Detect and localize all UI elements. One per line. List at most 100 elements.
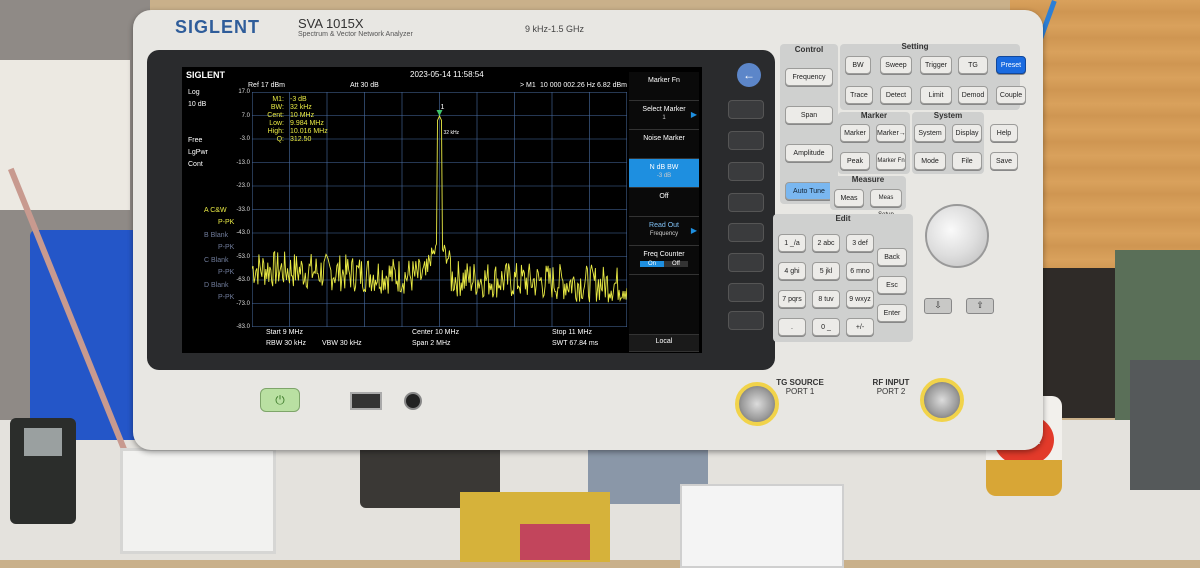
softkey-7[interactable] (728, 283, 764, 302)
y-tick-label: -3.0 (239, 136, 250, 142)
y-tick-label: 7.0 (241, 112, 250, 119)
y-tick-label: -83.0 (236, 324, 250, 330)
y-tick-label: -33.0 (236, 206, 250, 213)
down-arrow-key[interactable]: ⇩ (924, 298, 952, 314)
y-tick-label: -53.0 (236, 253, 250, 260)
up-arrow-key[interactable]: ⇧ (966, 298, 994, 314)
trace-button[interactable]: Trace (845, 86, 873, 104)
softkey-3[interactable] (728, 162, 764, 181)
display-button[interactable]: Display (952, 124, 982, 142)
save-button[interactable]: Save (990, 152, 1018, 170)
marker-button[interactable]: Marker (840, 124, 870, 142)
meas-button[interactable]: Meas (834, 189, 864, 207)
keypad-key[interactable]: 6 mno (846, 262, 874, 280)
span: Span 2 MHz (412, 340, 451, 347)
keypad-key[interactable]: +/- (846, 318, 874, 336)
ref-level: Ref 17 dBm (248, 82, 285, 89)
sweep-time: SWT 67.84 ms (552, 340, 599, 347)
tg-source-port[interactable] (735, 382, 779, 426)
keypad-key[interactable]: 8 tuv (812, 290, 840, 308)
fc-off[interactable]: Off (664, 261, 688, 267)
marker-fn-button[interactable]: Marker Fn (876, 152, 906, 170)
meas-setup-button[interactable]: Meas Setup (870, 189, 902, 218)
softkey-1[interactable] (728, 100, 764, 119)
keypad-key[interactable]: 0 _ (812, 318, 840, 336)
y-tick-label: -43.0 (236, 230, 250, 236)
softkey-5[interactable] (728, 223, 764, 242)
ndb-bw-key[interactable]: N dB BW -3 dB (629, 159, 699, 188)
usb-port[interactable] (350, 392, 382, 410)
fc-on[interactable]: On (640, 261, 664, 267)
system-button[interactable]: System (914, 124, 946, 142)
peak-button[interactable]: Peak (840, 152, 870, 170)
marker-to-button[interactable]: Marker→ (876, 124, 906, 142)
detect-button[interactable]: Detect (880, 86, 912, 104)
file-button[interactable]: File (952, 152, 982, 170)
back-arrow-button[interactable]: ← (737, 63, 761, 87)
y-tick-label: -23.0 (236, 183, 250, 189)
lgpwr: LgPwr (188, 149, 208, 156)
couple-button[interactable]: Couple (996, 86, 1026, 104)
noise-marker-key[interactable]: Noise Marker (629, 130, 699, 159)
back-button[interactable]: Back (877, 248, 907, 266)
enter-button[interactable]: Enter (877, 304, 907, 322)
softkey-4[interactable] (728, 193, 764, 212)
keypad-key[interactable]: 9 wxyz (846, 290, 874, 308)
y-tick-label: 17.0 (238, 89, 250, 95)
esc-button[interactable]: Esc (877, 276, 907, 294)
local-status: Local (629, 335, 699, 352)
ndb-bandwidth-label: 32 kHz (444, 130, 460, 136)
keypad-key[interactable]: 7 pqrs (778, 290, 806, 308)
trace-d-mode: D Blank (204, 282, 229, 289)
top-status-bar: Ref 17 dBm Att 30 dB > M1 10 000 002.26 … (242, 82, 627, 92)
model-name: SVA 1015X (298, 16, 364, 31)
attenuation: Att 30 dB (350, 82, 379, 89)
marker-table-row: M1: -3 dB (272, 96, 307, 103)
keypad-key[interactable]: 3 def (846, 234, 874, 252)
keypad-key[interactable]: 5 jkl (812, 262, 840, 280)
keypad-key[interactable]: 4 ghi (778, 262, 806, 280)
limit-button[interactable]: Limit (920, 86, 952, 104)
frequency-button[interactable]: Frequency (785, 68, 833, 86)
demod-button[interactable]: Demod (958, 86, 988, 104)
softkey-2[interactable] (728, 131, 764, 150)
power-button[interactable]: ⏻ (260, 388, 300, 412)
keypad-key[interactable]: 1 _/a (778, 234, 806, 252)
y-tick-label: -13.0 (236, 159, 250, 166)
center-freq: Center 10 MHz (412, 329, 460, 336)
softkey-6[interactable] (728, 253, 764, 272)
softkey-8[interactable] (728, 311, 764, 330)
bw-button[interactable]: BW (845, 56, 871, 74)
red-pcb (520, 524, 590, 560)
amplitude-button[interactable]: Amplitude (785, 144, 833, 162)
off-key[interactable]: Off (629, 188, 699, 217)
setting-title: Setting (901, 42, 929, 51)
marker-level: 6.82 dBm (597, 82, 627, 89)
keypad-key[interactable]: . (778, 318, 806, 336)
measure-title: Measure (851, 175, 885, 184)
trigger-button[interactable]: Trigger (920, 56, 952, 74)
select-marker-key[interactable]: Select Marker 1 ▶ (629, 101, 699, 130)
marker-table: M1: -3 dB BW: 32 kHz Cent: 10 MHz Low: 9.984 MH… (254, 96, 328, 144)
marker-frequency: 10 000 002.26 Hz (540, 82, 596, 89)
mode-button[interactable]: Mode (914, 152, 946, 170)
marker-1-number: 1 (441, 104, 445, 111)
auto-tune-button[interactable]: Auto Tune (785, 182, 833, 200)
freq-counter-key[interactable]: Freq Counter On Off (629, 246, 699, 275)
tg-button[interactable]: TG (958, 56, 988, 74)
active-marker: > M1 (520, 82, 536, 89)
marker-table-row: High: 10.016 MHz (267, 128, 328, 135)
system-title: System (933, 111, 963, 120)
keypad-key[interactable]: 2 abc (812, 234, 840, 252)
rotary-knob[interactable] (925, 204, 989, 268)
span-button[interactable]: Span (785, 106, 833, 124)
preset-button[interactable]: Preset (996, 56, 1026, 74)
marker-title: Marker (860, 111, 888, 120)
sweep-button[interactable]: Sweep (880, 56, 912, 74)
help-button[interactable]: Help (990, 124, 1018, 142)
readout-key[interactable]: Read Out Frequency ▶ (629, 217, 699, 246)
start-freq: Start 9 MHz (266, 329, 303, 336)
rf-input-port[interactable] (920, 378, 964, 422)
rf-input-label: RF INPUT PORT 2 (872, 378, 910, 396)
headphone-jack[interactable] (404, 392, 422, 410)
